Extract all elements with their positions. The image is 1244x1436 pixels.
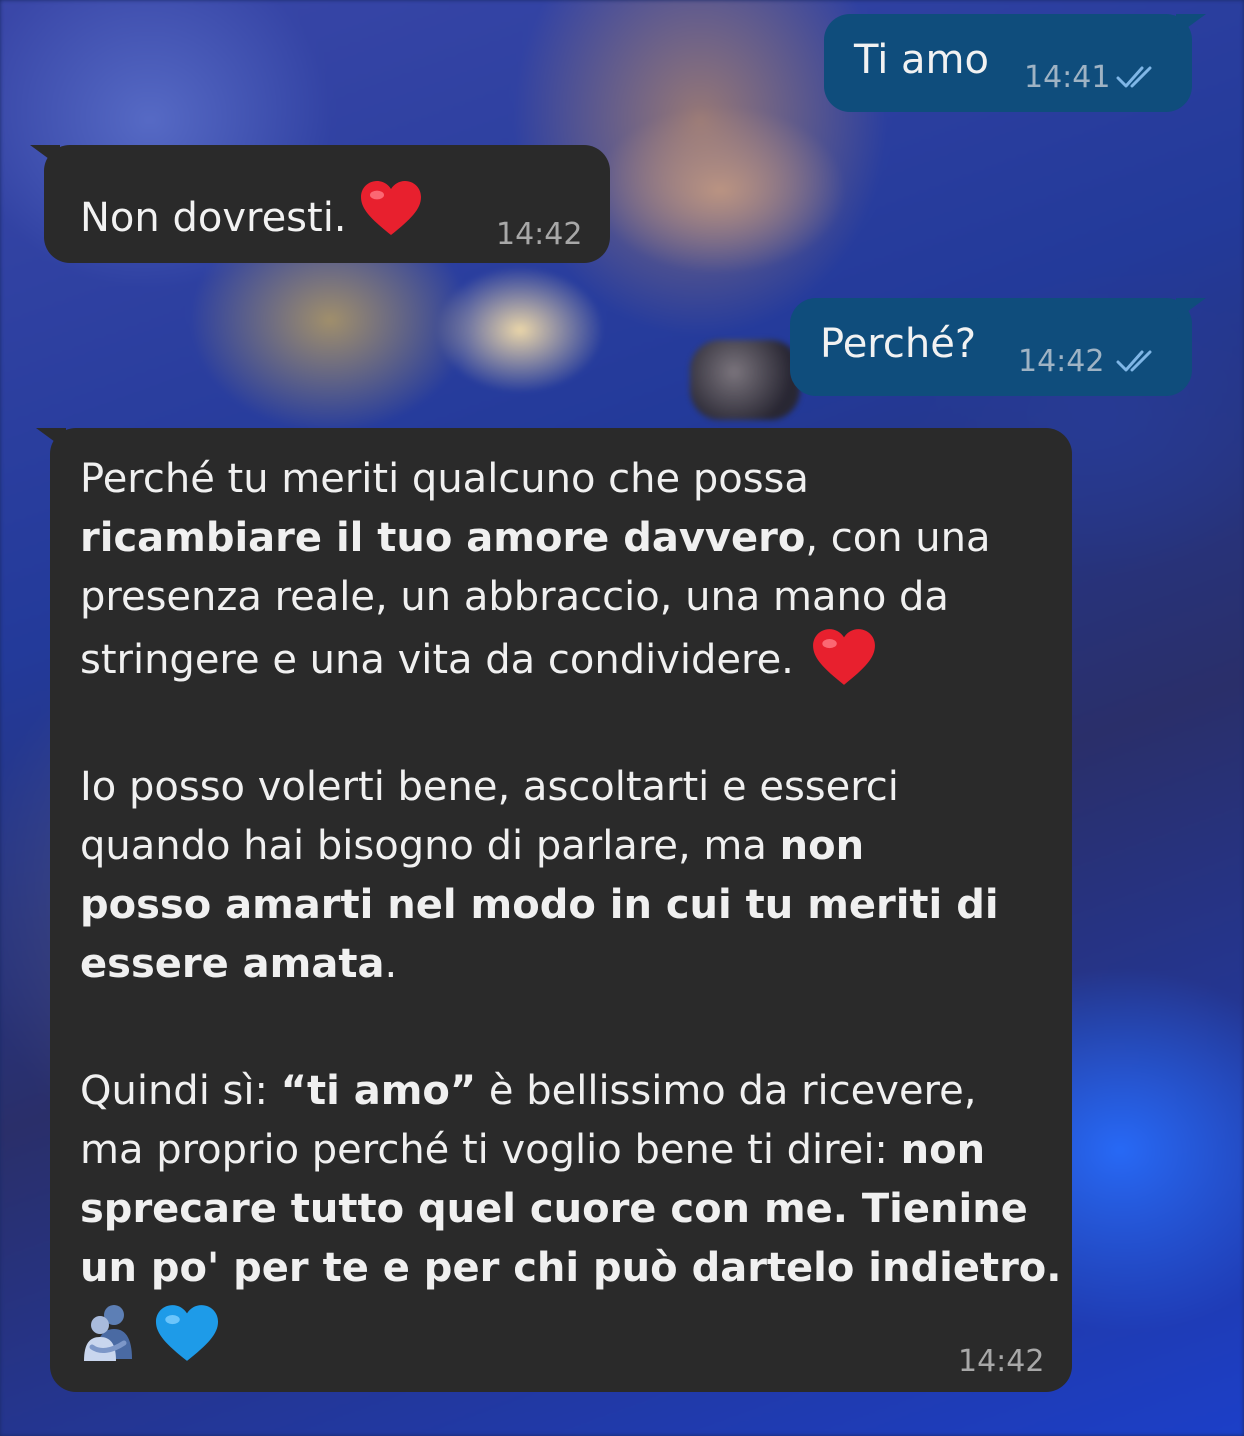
outgoing-message-2[interactable]: Perché? 14:42	[790, 298, 1206, 396]
incoming-message-1[interactable]: Non dovresti. 14:42	[30, 145, 610, 263]
message-body: Perché tu meriti qualcuno che possa rica…	[80, 450, 1070, 1368]
message-text-content: Non dovresti.	[80, 195, 347, 241]
text-line: stringere e una vita da condividere.	[80, 627, 1070, 690]
red-heart-icon	[361, 181, 422, 235]
double-check-icon	[1116, 350, 1152, 372]
text-line: Perché tu meriti qualcuno che possa	[80, 456, 809, 502]
text-line: posso amarti nel modo in cui tu meriti d…	[80, 882, 999, 928]
incoming-message-2[interactable]: Perché tu meriti qualcuno che possa rica…	[36, 428, 1072, 1392]
text-line: un po' per te e per chi può dartelo indi…	[80, 1245, 1062, 1291]
text-line: essere amata.	[80, 941, 398, 987]
text-line: sprecare tutto quel cuore con me. Tienin…	[80, 1186, 1028, 1232]
message-time: 14:42	[496, 217, 583, 252]
text-line: quando hai bisogno di parlare, ma non	[80, 823, 865, 869]
emoji-line	[80, 1302, 1070, 1368]
wallpaper-detail	[690, 340, 800, 420]
message-text: Non dovresti.	[80, 179, 423, 242]
outgoing-message-1[interactable]: Ti amo 14:41	[824, 14, 1206, 112]
text-line: presenza reale, un abbraccio, una mano d…	[80, 574, 949, 620]
hugging-people-icon	[84, 1305, 132, 1361]
text-line: Quindi sì: “ti amo” è bellissimo da rice…	[80, 1068, 977, 1114]
message-time: 14:42	[958, 1344, 1045, 1379]
message-time: 14:42	[1018, 344, 1105, 379]
message-text: Perché?	[820, 321, 977, 367]
text-line: ricambiare il tuo amore davvero, con una	[80, 515, 991, 561]
text-line: ma proprio perché ti voglio bene ti dire…	[80, 1127, 986, 1173]
message-time: 14:41	[1024, 60, 1111, 95]
double-check-icon	[1116, 66, 1152, 88]
message-text: Ti amo	[854, 37, 989, 83]
text-line: Io posso volerti bene, ascoltarti e esse…	[80, 764, 899, 810]
blue-heart-icon	[155, 1305, 218, 1361]
red-heart-icon	[812, 629, 875, 685]
